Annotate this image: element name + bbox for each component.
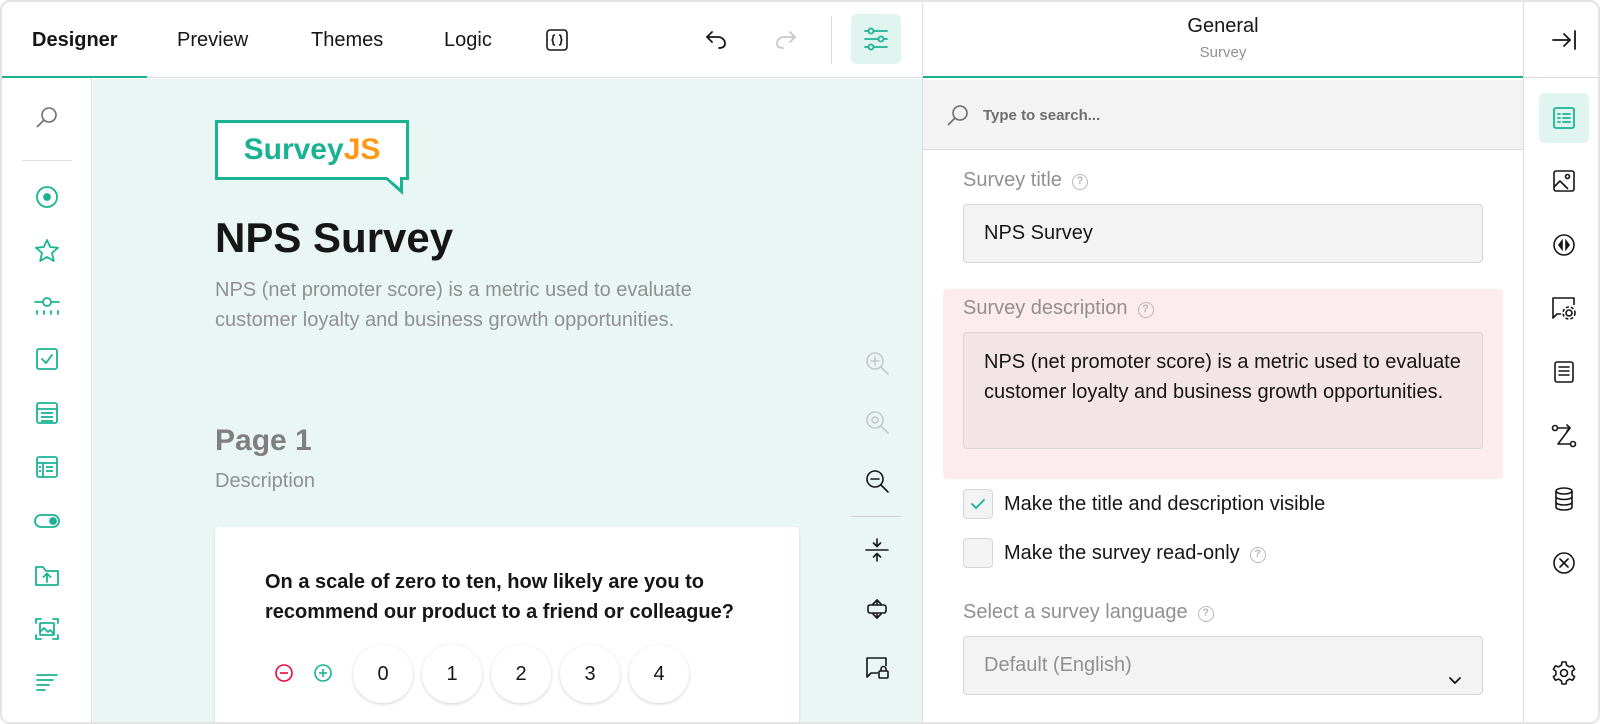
survey-description-label: Survey description?: [963, 297, 1154, 320]
design-canvas: Survey JS NPS Survey NPS (net promoter sc…: [93, 79, 922, 722]
file-upload-icon[interactable]: [32, 560, 62, 590]
undo-icon[interactable]: [698, 22, 734, 58]
zoom-reset-icon[interactable]: [862, 407, 892, 437]
title-visible-label[interactable]: Make the title and description visible: [1004, 493, 1325, 516]
right-sidebar: [1523, 2, 1598, 722]
survey-description-label-text: Survey description: [963, 297, 1128, 319]
search-icon[interactable]: [32, 102, 62, 132]
rate-item[interactable]: 0: [353, 645, 413, 703]
redo-icon[interactable]: [768, 22, 804, 58]
logo-text-survey: Survey: [243, 133, 344, 166]
rate-item[interactable]: 4: [629, 645, 689, 703]
property-grid-header: General Survey: [923, 2, 1523, 78]
boolean-icon[interactable]: [32, 506, 62, 536]
tab-preview[interactable]: Preview: [177, 2, 248, 78]
rate-item[interactable]: 3: [560, 645, 620, 703]
zoom-out-icon[interactable]: [862, 466, 892, 496]
survey-description[interactable]: NPS (net promoter score) is a metric use…: [215, 275, 735, 335]
logo-tail-inner: [387, 177, 400, 188]
question-settings-icon[interactable]: [1539, 283, 1589, 333]
collapse-panel-button[interactable]: [1524, 2, 1598, 78]
json-editor-icon[interactable]: [539, 22, 575, 58]
tab-designer[interactable]: Designer: [32, 2, 118, 78]
toolbox-divider: [22, 160, 72, 161]
checkbox-icon[interactable]: [32, 344, 62, 374]
rate-item[interactable]: 2: [491, 645, 551, 703]
property-grid-title: General: [1187, 15, 1259, 37]
help-icon[interactable]: ?: [1137, 302, 1154, 318]
property-grid-subtitle: Survey: [1199, 44, 1247, 61]
survey-title-label-text: Survey title: [963, 169, 1062, 191]
logo-image-icon[interactable]: [1539, 156, 1589, 206]
pages-icon[interactable]: [1539, 347, 1589, 397]
survey-logo[interactable]: Survey JS: [215, 120, 409, 180]
zoom-divider: [851, 516, 901, 517]
language-select[interactable]: Default (English): [963, 636, 1483, 695]
help-icon[interactable]: ?: [1071, 174, 1088, 190]
property-grid: General Survey Survey title? NPS Survey …: [922, 2, 1523, 722]
settings-sliders-button[interactable]: [851, 14, 901, 64]
toolbox: [2, 78, 92, 722]
lock-icon[interactable]: [862, 653, 892, 683]
question-title[interactable]: On a scale of zero to ten, how likely ar…: [265, 567, 765, 627]
toolbar-divider: [831, 16, 832, 64]
navigation-icon[interactable]: [1539, 220, 1589, 270]
read-only-label-text: Make the survey read-only: [1004, 542, 1240, 564]
collapse-icon[interactable]: [862, 535, 892, 565]
dropdown-icon[interactable]: [32, 398, 62, 428]
text-icon[interactable]: [32, 668, 62, 698]
tab-themes[interactable]: Themes: [311, 2, 383, 78]
language-label: Select a survey language?: [963, 601, 1214, 624]
survey-description-textarea[interactable]: NPS (net promoter score) is a metric use…: [963, 332, 1483, 449]
collapse-panel-icon: [1551, 29, 1576, 50]
matrix-icon[interactable]: [32, 452, 62, 482]
expand-icon[interactable]: [862, 594, 892, 624]
survey-title[interactable]: NPS Survey: [215, 214, 453, 262]
logic-icon[interactable]: [1539, 411, 1589, 461]
survey-creator-window: Designer Preview Themes Logic Survey JS …: [0, 0, 1600, 724]
slider-icon[interactable]: [32, 290, 62, 320]
data-icon[interactable]: [1539, 474, 1589, 524]
checkmark-icon: [971, 499, 985, 509]
survey-title-input[interactable]: NPS Survey: [963, 204, 1483, 263]
remove-rate-icon[interactable]: [274, 663, 294, 683]
help-icon[interactable]: ?: [1197, 606, 1214, 622]
search-icon: [945, 102, 971, 128]
chevron-down-icon: [1446, 655, 1464, 712]
settings-sliders-icon: [864, 27, 888, 51]
read-only-checkbox[interactable]: [963, 538, 993, 568]
property-search-input[interactable]: [983, 100, 1483, 130]
settings-gear-icon[interactable]: [1539, 648, 1589, 698]
rate-item[interactable]: 1: [422, 645, 482, 703]
zoom-in-icon[interactable]: [862, 348, 892, 378]
read-only-label[interactable]: Make the survey read-only?: [1004, 542, 1266, 565]
add-rate-icon[interactable]: [313, 663, 333, 683]
radiogroup-icon[interactable]: [32, 182, 62, 212]
survey-title-label: Survey title?: [963, 169, 1088, 192]
rating-icon[interactable]: [32, 236, 62, 266]
page-description[interactable]: Description: [215, 470, 315, 493]
language-label-text: Select a survey language: [963, 601, 1188, 623]
title-visible-checkbox[interactable]: [963, 489, 993, 519]
image-picker-icon[interactable]: [32, 614, 62, 644]
page-title[interactable]: Page 1: [215, 424, 312, 458]
validation-icon[interactable]: [1539, 538, 1589, 588]
tab-logic[interactable]: Logic: [444, 2, 492, 78]
top-toolbar: Designer Preview Themes Logic: [2, 2, 922, 78]
general-icon[interactable]: [1539, 93, 1589, 143]
help-icon[interactable]: ?: [1249, 547, 1266, 563]
question-card[interactable]: On a scale of zero to ten, how likely ar…: [215, 527, 799, 722]
logo-text-js: JS: [343, 133, 381, 166]
property-search-bar: [923, 80, 1523, 150]
language-select-value: Default (English): [984, 654, 1132, 676]
